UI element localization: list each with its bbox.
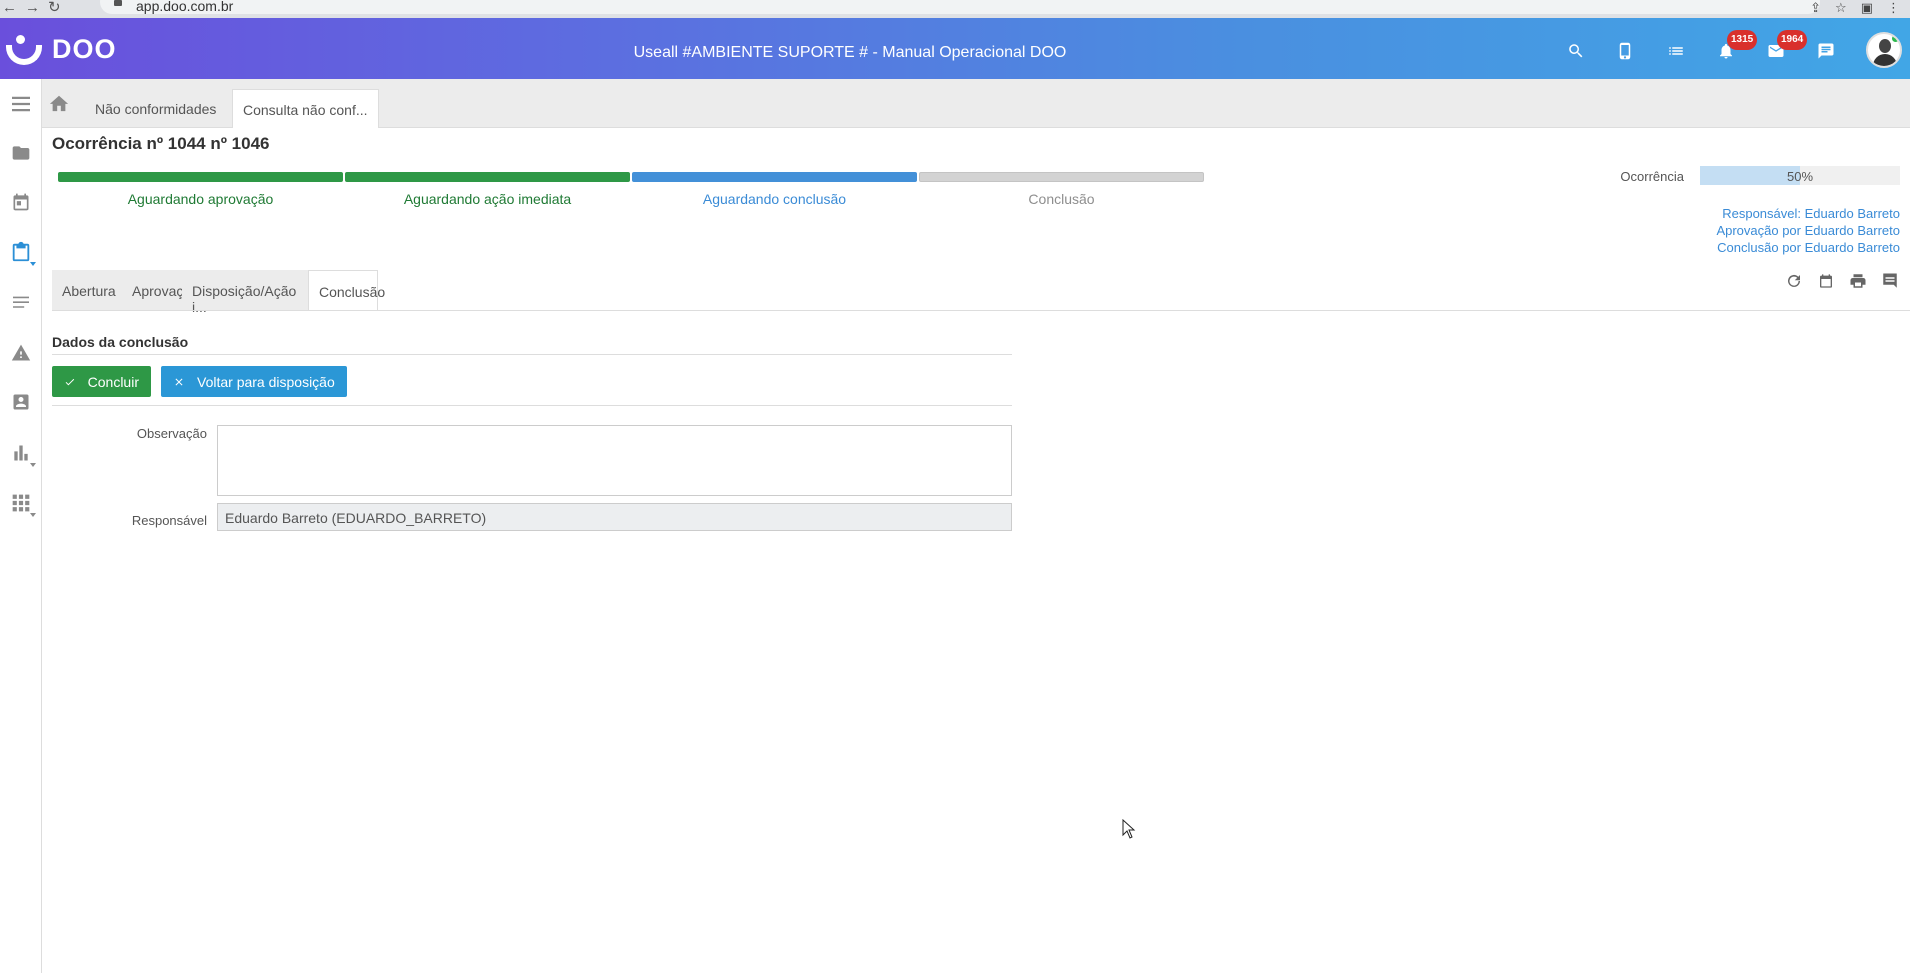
refresh-icon[interactable] (1784, 272, 1804, 290)
address-bar[interactable]: app.doo.com.br (100, 0, 1820, 14)
browser-bar: ←→↻ app.doo.com.br ⇪ ☆ ▣ ⋮ (0, 0, 1910, 18)
responsible-link[interactable]: Responsável: Eduardo Barreto (1716, 205, 1900, 222)
concluir-label: Concluir (87, 373, 139, 390)
step-aguardando-aprovacao: Aguardando aprovação (58, 172, 343, 207)
divider (52, 405, 1012, 406)
chevron-down-icon (30, 262, 36, 266)
warning-icon[interactable] (0, 333, 42, 373)
step-label: Aguardando conclusão (702, 191, 847, 207)
tab-nao-conformidades[interactable]: Não conformidades (85, 89, 226, 128)
more-icon[interactable]: ⋮ (1887, 0, 1900, 15)
share-icon[interactable]: ⇪ (1810, 0, 1821, 15)
tab-abertura[interactable]: Abertura (52, 270, 122, 311)
notes-icon[interactable] (0, 283, 42, 323)
main-content: Ocorrência nº 1044 nº 1046 Aguardando ap… (42, 128, 1910, 973)
step-conclusao: Conclusão (919, 172, 1204, 207)
notifications-badge: 1315 (1727, 30, 1758, 50)
page-tab-bar: Não conformidades Consulta não conf... (42, 79, 1910, 128)
concluir-button[interactable]: Concluir (52, 366, 151, 397)
check-icon (65, 378, 75, 385)
calendar-icon[interactable] (1816, 272, 1836, 290)
environment-title: Useall #AMBIENTE SUPORTE # - Manual Oper… (633, 44, 1067, 61)
occurrence-progress: Ocorrência 50% (1600, 166, 1900, 186)
voltar-label: Voltar para disposição (197, 373, 335, 390)
close-icon (175, 378, 183, 385)
step-label: Conclusão (1028, 191, 1095, 207)
app-header: DOO Useall #AMBIENTE SUPORTE # - Manual … (0, 18, 1910, 79)
approval-link[interactable]: Aprovação por Eduardo Barreto (1716, 222, 1900, 239)
step-label: Aguardando ação imediata (403, 191, 572, 207)
url-text: app.doo.com.br (136, 0, 234, 14)
list-icon[interactable] (1665, 40, 1687, 62)
calendar-icon[interactable] (0, 182, 42, 222)
responsible-label: Responsável (131, 513, 207, 528)
chevron-down-icon (30, 463, 36, 467)
voltar-para-disposicao-button[interactable]: Voltar para disposição (161, 366, 347, 397)
folder-icon[interactable] (0, 133, 42, 173)
mobile-icon[interactable] (1614, 40, 1636, 62)
comment-icon[interactable] (1880, 272, 1900, 290)
user-avatar[interactable] (1866, 32, 1902, 68)
divider (52, 310, 1910, 311)
messages-badge: 1964 (1777, 30, 1808, 50)
tab-consulta-nao-conformidades[interactable]: Consulta não conf... (232, 89, 379, 128)
progress-text: 50% (1786, 169, 1814, 184)
sidebar (0, 79, 42, 973)
clipboard-icon[interactable] (0, 232, 42, 272)
observation-textarea[interactable] (217, 425, 1012, 496)
step-label: Aguardando aprovação (127, 191, 274, 207)
page-title: Ocorrência nº 1044 nº 1046 (52, 134, 270, 153)
contact-icon[interactable] (0, 382, 42, 422)
chat-icon[interactable] (1815, 40, 1837, 62)
progress-label: Ocorrência (1620, 169, 1684, 184)
step-aguardando-conclusao: Aguardando conclusão (632, 172, 917, 207)
section-title: Dados da conclusão (52, 334, 189, 350)
responsible-field: Eduardo Barreto (EDUARDO_BARRETO) (217, 503, 1012, 531)
tab-disposicao-acao-imediata[interactable]: Disposição/Ação i... (182, 270, 308, 315)
occurrence-info: Responsável: Eduardo Barreto Aprovação p… (1716, 205, 1900, 256)
home-icon[interactable] (48, 93, 72, 113)
conclusion-link[interactable]: Conclusão por Eduardo Barreto (1716, 239, 1900, 256)
divider (52, 354, 1012, 355)
notifications-icon[interactable]: 1315 (1715, 30, 1758, 62)
browser-nav-icons[interactable]: ←→↻ (2, 0, 69, 16)
occurrence-actions (1784, 272, 1900, 290)
apps-grid-icon[interactable] (0, 483, 42, 523)
step-aguardando-acao-imediata: Aguardando ação imediata (345, 172, 630, 207)
progress-bar: 50% (1700, 166, 1900, 185)
observation-label: Observação (136, 426, 207, 441)
lock-icon (114, 0, 122, 6)
online-status-icon (1890, 34, 1900, 44)
browser-actions[interactable]: ⇪ ☆ ▣ ⋮ (1796, 0, 1900, 16)
bar-chart-icon[interactable] (0, 433, 42, 473)
chevron-down-icon (30, 513, 36, 517)
print-icon[interactable] (1848, 272, 1868, 290)
mail-icon[interactable]: 1964 (1765, 30, 1808, 62)
mouse-cursor-icon (1122, 819, 1136, 839)
extension-icon[interactable]: ▣ (1861, 0, 1873, 15)
menu-icon[interactable] (0, 84, 42, 124)
tab-conclusao[interactable]: Conclusão (308, 270, 385, 311)
bookmark-icon[interactable]: ☆ (1835, 0, 1847, 15)
search-icon[interactable] (1565, 40, 1587, 62)
